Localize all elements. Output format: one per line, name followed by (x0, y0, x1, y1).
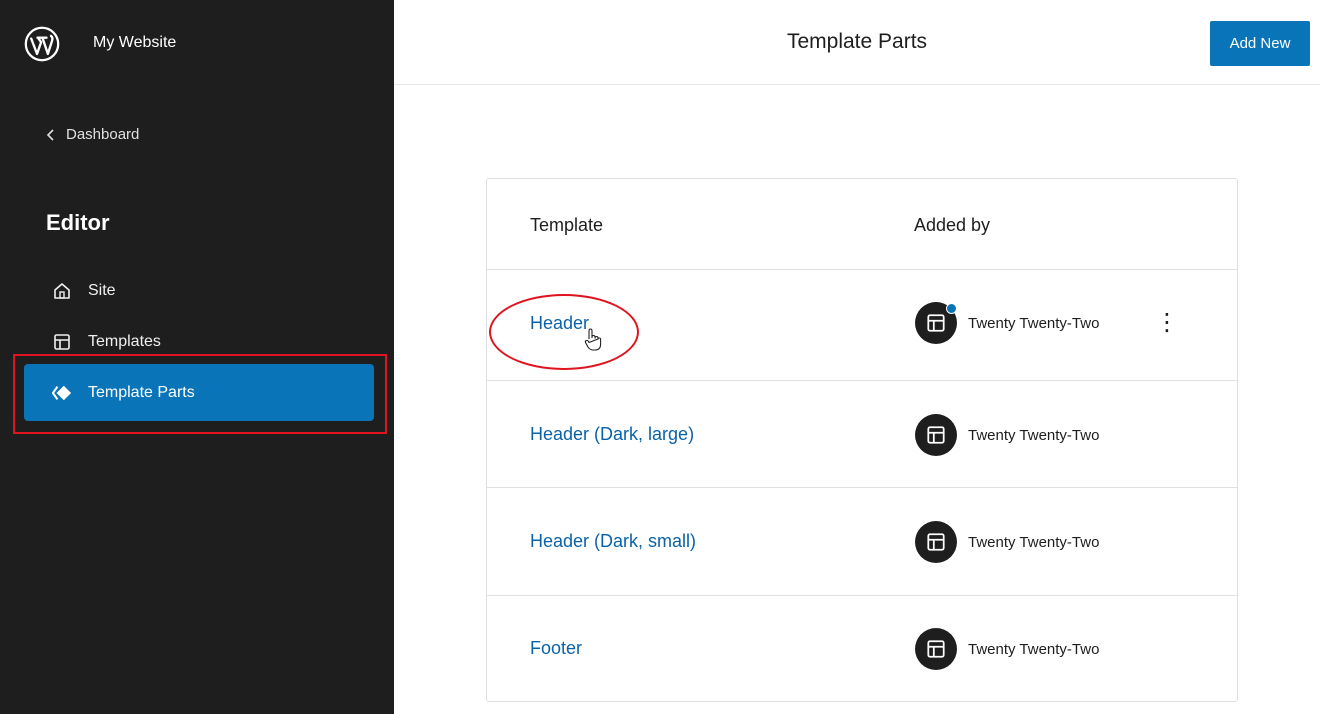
added-by-name: Twenty Twenty-Two (968, 640, 1100, 658)
layout-icon (52, 332, 72, 352)
chevron-left-icon (46, 128, 54, 141)
hand-cursor-icon (584, 328, 602, 351)
sidebar-item-label: Site (88, 282, 116, 299)
theme-icon (915, 628, 957, 670)
template-part-link-header-dark-large[interactable]: Header (Dark, large) (530, 424, 694, 445)
column-header-template: Template (530, 215, 604, 235)
added-by: Twenty Twenty-Two (915, 302, 1099, 344)
theme-icon (915, 414, 957, 456)
dashboard-back-link[interactable]: Dashboard (44, 126, 139, 143)
sidebar-item-site[interactable]: Site (24, 269, 374, 313)
add-new-button[interactable]: Add New (1210, 21, 1310, 66)
template-part-link-header-dark-small[interactable]: Header (Dark, small) (530, 531, 696, 552)
sidebar-item-templates[interactable]: Templates (24, 320, 374, 364)
column-header-added-by: Added by (914, 215, 991, 235)
more-actions-button[interactable]: ⋮ (1155, 311, 1179, 335)
home-icon (52, 281, 72, 301)
added-by-name: Twenty Twenty-Two (968, 314, 1100, 332)
symbol-filled-icon (52, 383, 72, 403)
sidebar-item-label: Templates (88, 333, 161, 350)
page-header: Template Parts Add New (394, 0, 1320, 85)
added-by-name: Twenty Twenty-Two (968, 426, 1100, 444)
site-hub: My Website (0, 0, 394, 86)
theme-icon (915, 302, 957, 344)
sidebar: My Website Dashboard Editor Site Templat… (0, 0, 394, 714)
template-parts-table: Template Added by Header Twenty Twenty-T… (486, 178, 1238, 702)
added-by: Twenty Twenty-Two (915, 521, 1099, 563)
wordpress-logo-icon[interactable] (24, 26, 60, 62)
template-part-link-footer[interactable]: Footer (530, 638, 582, 659)
added-by: Twenty Twenty-Two (915, 414, 1099, 456)
site-title[interactable]: My Website (93, 34, 176, 52)
table-row: Header (Dark, large) Twenty Twenty-Two (487, 381, 1237, 488)
theme-icon (915, 521, 957, 563)
table-row: Footer Twenty Twenty-Two (487, 596, 1237, 702)
table-row: Header Twenty Twenty-Two ⋮ (487, 269, 1237, 381)
sidebar-item-template-parts[interactable]: Template Parts (24, 364, 374, 421)
status-indicator-dot (946, 303, 957, 314)
added-by: Twenty Twenty-Two (915, 628, 1099, 670)
editor-heading: Editor (46, 210, 110, 235)
sidebar-item-label: Template Parts (88, 383, 195, 401)
table-header: Template Added by (487, 179, 1237, 270)
added-by-name: Twenty Twenty-Two (968, 533, 1100, 551)
page-title: Template Parts (786, 30, 928, 53)
dashboard-back-label: Dashboard (66, 126, 140, 143)
table-row: Header (Dark, small) Twenty Twenty-Two (487, 488, 1237, 596)
template-part-link-header[interactable]: Header (530, 313, 589, 334)
